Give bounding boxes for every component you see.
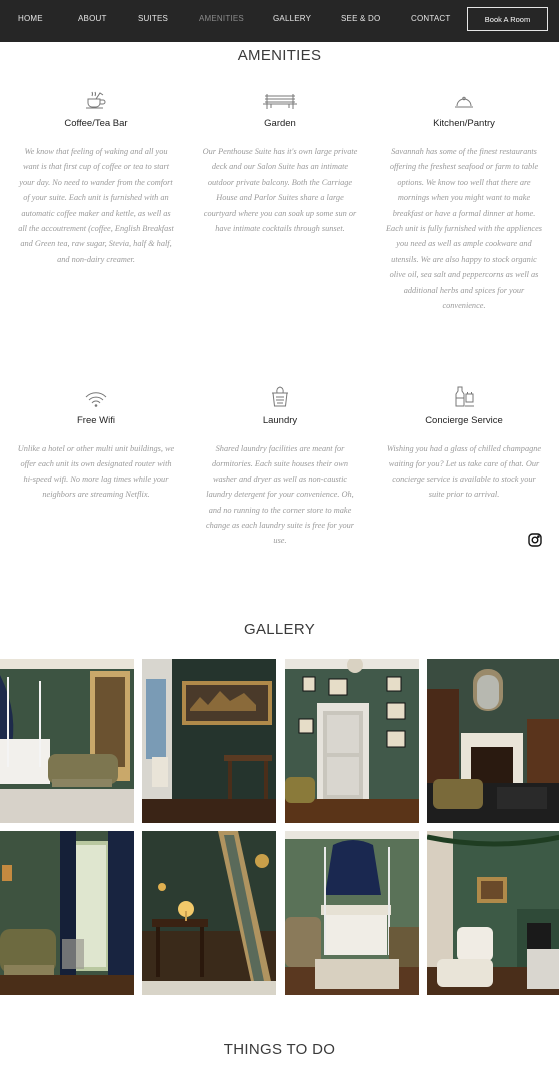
amenity-concierge-service: Concierge Service Wishing you had a glas… [384,385,544,503]
amenity-laundry: Laundry Shared laundry facilities are me… [200,385,360,549]
laundry-basket-icon [271,385,289,407]
amenity-garden: Garden Our Penthouse Suite has it's own … [200,88,360,236]
garden-bench-icon [261,92,299,110]
gallery-photo[interactable] [0,831,134,995]
nav-see-do[interactable]: SEE & DO [341,14,380,23]
amenity-description: Unlike a hotel or other multi unit build… [17,444,175,500]
gallery-photo[interactable] [285,831,419,995]
gallery-title: GALLERY [243,621,316,638]
gallery-photo[interactable] [427,831,559,995]
things-to-do-title: THINGS TO DO [223,1041,336,1058]
champagne-icon [453,385,475,407]
gallery-photo[interactable] [0,659,134,823]
gallery-photo[interactable] [427,659,559,823]
gallery-photo[interactable] [142,831,276,995]
amenity-description: Shared laundry facilities are meant for … [205,444,355,546]
amenity-name: Laundry [262,415,298,426]
amenity-description: We know that feeling of waking and all y… [18,147,174,264]
top-nav: HOME ABOUT SUITES AMENITIES GALLERY SEE … [0,0,559,42]
gallery-photo[interactable] [285,659,419,823]
amenity-description: Our Penthouse Suite has it's own large p… [202,147,358,234]
instagram-icon[interactable] [528,533,542,547]
nav-suites[interactable]: SUITES [138,14,168,23]
gallery-photo[interactable] [142,659,276,823]
amenity-free-wifi: Free Wifi Unlike a hotel or other multi … [16,385,176,503]
amenity-coffee-tea: Coffee/Tea Bar We know that feeling of w… [16,88,176,267]
amenity-name: Concierge Service [425,415,503,426]
amenity-name: Garden [264,118,296,129]
nav-amenities[interactable]: AMENITIES [199,14,244,23]
book-a-room-button[interactable]: Book A Room [467,7,548,31]
amenity-description: Wishing you had a glass of chilled champ… [386,444,542,500]
amenity-name: Kitchen/Pantry [433,118,495,129]
amenity-description: Savannah has some of the finest restaura… [385,147,542,311]
nav-home[interactable]: HOME [18,14,43,23]
amenity-kitchen-pantry: Kitchen/Pantry Savannah has some of the … [384,88,544,313]
amenity-name: Coffee/Tea Bar [64,118,128,129]
amenity-name: Free Wifi [77,415,115,426]
nav-about[interactable]: ABOUT [78,14,107,23]
nav-contact[interactable]: CONTACT [411,14,450,23]
cloche-icon [454,96,474,110]
nav-gallery[interactable]: GALLERY [273,14,311,23]
amenities-title: AMENITIES [237,47,322,64]
wifi-icon [85,391,107,407]
coffee-tea-icon [83,90,109,110]
